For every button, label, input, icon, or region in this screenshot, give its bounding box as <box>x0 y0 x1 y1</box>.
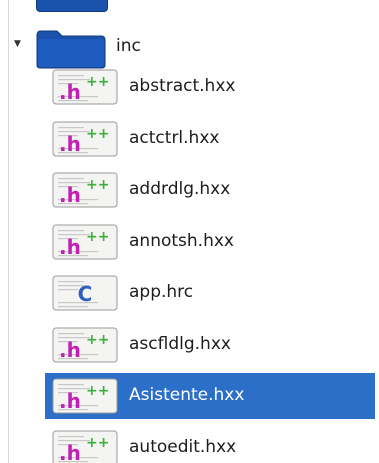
file-label: app.hrc <box>129 282 194 302</box>
cpp-header-file-icon: .h ++ <box>52 430 118 463</box>
icon-superscript: ++ <box>86 383 109 399</box>
file-item[interactable]: .h ++ Asistente.hxx <box>0 373 379 419</box>
icon-superscript: ++ <box>86 332 109 348</box>
file-label: annotsh.hxx <box>129 231 234 251</box>
icon-superscript: ++ <box>86 435 109 451</box>
file-item[interactable]: .h ++ addrdlg.hxx <box>0 167 379 213</box>
tree-folder-inc[interactable]: ▼ inc <box>0 12 379 69</box>
icon-superscript: ++ <box>86 177 109 193</box>
file-label: Asistente.hxx <box>129 385 245 405</box>
folder-icon <box>36 30 106 69</box>
cpp-header-file-icon: .h ++ <box>52 327 118 363</box>
icon-glyph: .h <box>59 389 81 413</box>
file-item[interactable]: .h ++ abstract.hxx <box>0 64 379 110</box>
icon-glyph: C <box>78 282 93 306</box>
file-label: actctrl.hxx <box>129 128 220 148</box>
file-item[interactable]: .h ++ actctrl.hxx <box>0 116 379 162</box>
expanded-triangle-icon[interactable]: ▼ <box>14 40 21 49</box>
cpp-header-file-icon: .h ++ <box>52 69 118 105</box>
icon-glyph: .h <box>59 132 81 156</box>
folder-label: inc <box>116 36 141 56</box>
file-item[interactable]: Capp.hrc <box>0 270 379 316</box>
icon-glyph: .h <box>59 80 81 104</box>
file-item[interactable]: .h ++ annotsh.hxx <box>0 219 379 265</box>
icon-glyph: .h <box>59 235 81 259</box>
icon-glyph: .h <box>59 183 81 207</box>
icon-superscript: ++ <box>86 126 109 142</box>
file-label: addrdlg.hxx <box>129 179 231 199</box>
file-label: ascfldlg.hxx <box>129 334 231 354</box>
cpp-header-file-icon: .h ++ <box>52 224 118 260</box>
parent-folder-icon[interactable] <box>36 0 108 12</box>
cpp-header-file-icon: .h ++ <box>52 378 118 414</box>
file-label: abstract.hxx <box>129 76 236 96</box>
c-file-icon: C <box>52 275 118 311</box>
icon-glyph: .h <box>59 441 81 463</box>
icon-superscript: ++ <box>86 74 109 90</box>
cpp-header-file-icon: .h ++ <box>52 172 118 208</box>
icon-glyph: .h <box>59 338 81 362</box>
file-tree: ▼ inc .h ++ abstract.hxx .h ++ actctrl.hxx .h +… <box>0 0 379 463</box>
cpp-header-file-icon: .h ++ <box>52 121 118 157</box>
file-item[interactable]: .h ++ autoedit.hxx <box>0 425 379 463</box>
icon-superscript: ++ <box>86 229 109 245</box>
file-label: autoedit.hxx <box>129 437 237 457</box>
file-item[interactable]: .h ++ ascfldlg.hxx <box>0 322 379 368</box>
